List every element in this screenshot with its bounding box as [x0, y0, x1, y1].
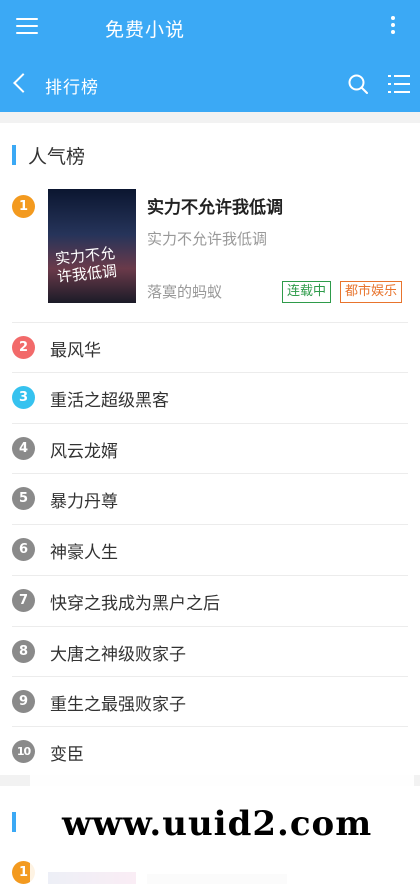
book-description: 实力不允许我低调 [147, 230, 268, 248]
category-badge: 都市娱乐 [340, 281, 403, 303]
rank-badge: 9 [12, 690, 35, 713]
book-title: 重生之最强败家子 [50, 695, 186, 715]
book-title: 大唐之神级败家子 [50, 645, 186, 665]
list-item[interactable]: 4 风云龙婿 [12, 423, 408, 474]
page-title: 排行榜 [45, 78, 99, 98]
sub-header: 排行榜 [0, 56, 420, 112]
rank-badge: 5 [12, 487, 35, 510]
list-item[interactable]: 8 大唐之神级败家子 [12, 626, 408, 677]
book-cover: 实力不允 许我低调 [48, 189, 136, 303]
book-title: 实力不允许我低调 [147, 198, 283, 218]
watermark: www.uuid2.com [30, 770, 414, 884]
book-title: 神豪人生 [50, 543, 118, 563]
list-item[interactable]: 5 暴力丹尊 [12, 473, 408, 524]
section-title: 人气榜 [28, 146, 86, 168]
ranking-panel: 人气榜 1 实力不允 许我低调 实力不允许我低调 实力不允许我低调 落寞的蚂蚁 连… [0, 123, 420, 775]
rank-badge: 7 [12, 589, 35, 612]
book-title: 风云龙婿 [50, 442, 118, 462]
book-title: 最风华 [50, 341, 101, 361]
rank-badge: 3 [12, 386, 35, 409]
list-item[interactable]: 7 快穿之我成为黑户之后 [12, 575, 408, 626]
list-item[interactable]: 6 神豪人生 [12, 524, 408, 575]
app-title: 免费小说 [105, 19, 186, 41]
list-item[interactable]: 9 重生之最强败家子 [12, 676, 408, 727]
list-icon[interactable] [388, 74, 410, 94]
hamburger-menu-icon[interactable] [16, 18, 38, 36]
rank-badge: 2 [12, 336, 35, 359]
status-badge: 连载中 [282, 281, 332, 303]
search-icon[interactable] [348, 74, 368, 94]
watermark-text: www.uuid2.com [62, 804, 373, 844]
book-author: 落寞的蚂蚁 [147, 283, 223, 301]
book-title: 快穿之我成为黑户之后 [50, 594, 220, 614]
rank-badge: 10 [12, 740, 35, 763]
book-title: 暴力丹尊 [50, 492, 118, 512]
back-arrow-icon[interactable] [13, 73, 33, 93]
section-accent-bar [12, 145, 16, 165]
more-vertical-icon[interactable] [391, 16, 396, 38]
rank-badge: 8 [12, 640, 35, 663]
rank-badge: 4 [12, 437, 35, 460]
list-item[interactable]: 2 最风华 [12, 322, 408, 373]
app-bar: 免费小说 [0, 0, 420, 56]
list-item[interactable]: 3 重活之超级黑客 [12, 372, 408, 423]
book-title: 重活之超级黑客 [50, 391, 169, 411]
rank-badge: 1 [12, 195, 35, 218]
section-accent-bar [12, 812, 16, 832]
cover-title-text: 实力不允 许我低调 [54, 243, 118, 287]
book-title: 变臣 [50, 745, 84, 765]
rank-badge: 6 [12, 538, 35, 561]
